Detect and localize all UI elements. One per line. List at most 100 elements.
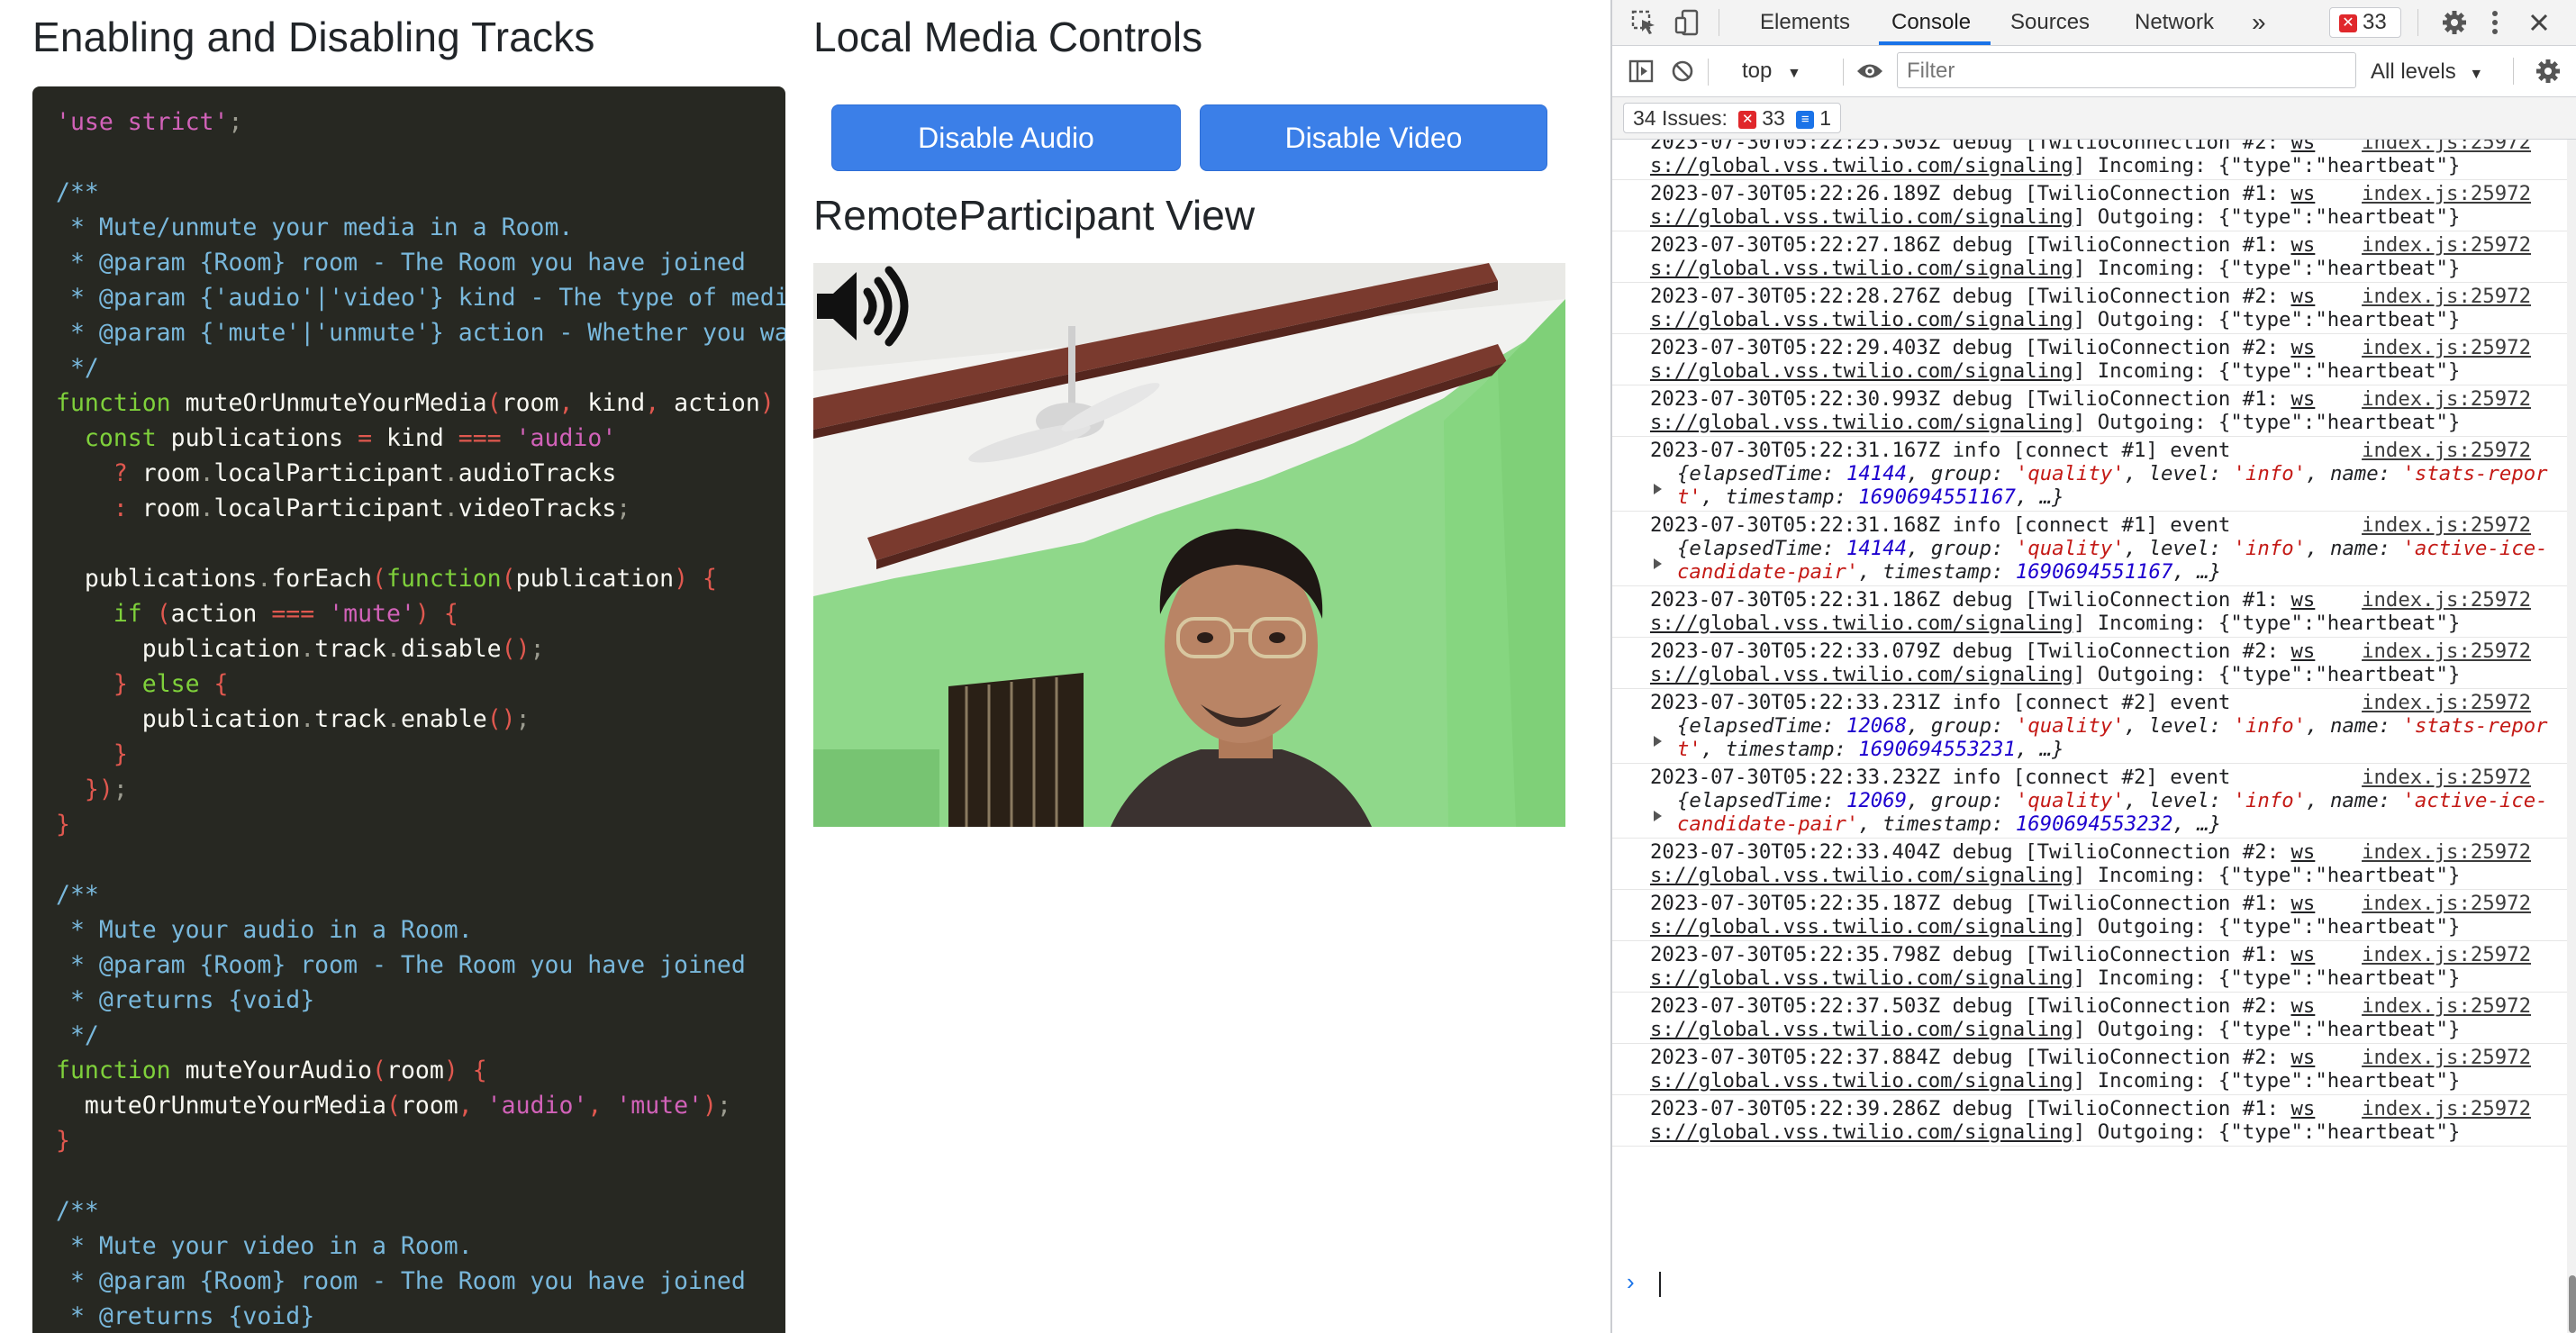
websocket-link[interactable]: ws bbox=[2290, 588, 2315, 612]
source-link[interactable]: index.js:25972 bbox=[2362, 943, 2531, 966]
websocket-link[interactable]: ws bbox=[2290, 336, 2315, 359]
object-preview[interactable]: {elapsedTime: 12068, group: 'quality', l… bbox=[1650, 714, 2567, 738]
websocket-link[interactable]: s://global.vss.twilio.com/signaling bbox=[1650, 1018, 2073, 1041]
disable-video-button[interactable]: Disable Video bbox=[1200, 104, 1547, 171]
live-expression-eye-icon[interactable] bbox=[1852, 57, 1888, 86]
source-link[interactable]: index.js:25972 bbox=[2362, 892, 2531, 915]
devtools-panel: Elements Console Sources Network » ✕ 33 t… bbox=[1610, 0, 2576, 1333]
object-preview[interactable]: t', timestamp: 1690694551167, …} bbox=[1650, 485, 2567, 509]
tab-sources[interactable]: Sources bbox=[2010, 0, 2090, 45]
expand-arrow-icon[interactable] bbox=[1654, 736, 1662, 747]
close-icon[interactable] bbox=[2524, 7, 2554, 38]
tab-elements[interactable]: Elements bbox=[1760, 0, 1850, 45]
source-link[interactable]: index.js:25972 bbox=[2362, 182, 2531, 205]
object-preview[interactable]: {elapsedTime: 12069, group: 'quality', l… bbox=[1650, 789, 2567, 812]
websocket-link[interactable]: ws bbox=[2290, 387, 2315, 411]
context-selector[interactable]: top ▼ bbox=[1742, 57, 1801, 88]
websocket-link[interactable]: ws bbox=[2290, 639, 2315, 663]
websocket-link[interactable]: ws bbox=[2290, 1097, 2315, 1120]
issues-count-button[interactable]: 34 Issues: ✕ 33 ≡ 1 bbox=[1623, 103, 1842, 133]
source-link[interactable]: index.js:25972 bbox=[2362, 588, 2531, 612]
object-preview[interactable]: {elapsedTime: 14144, group: 'quality', l… bbox=[1650, 537, 2567, 560]
websocket-link[interactable]: ws bbox=[2290, 182, 2315, 205]
source-link[interactable]: index.js:25972 bbox=[2362, 1046, 2531, 1069]
websocket-link[interactable]: s://global.vss.twilio.com/signaling bbox=[1650, 154, 2073, 177]
disable-audio-button[interactable]: Disable Audio bbox=[831, 104, 1181, 171]
source-link[interactable]: index.js:25972 bbox=[2362, 439, 2531, 462]
websocket-link[interactable]: s://global.vss.twilio.com/signaling bbox=[1650, 915, 2073, 939]
source-link[interactable]: index.js:25972 bbox=[2362, 1097, 2531, 1120]
source-link[interactable]: index.js:25972 bbox=[2362, 840, 2531, 864]
websocket-link[interactable]: ws bbox=[2290, 1046, 2315, 1069]
websocket-link[interactable]: s://global.vss.twilio.com/signaling bbox=[1650, 612, 2073, 635]
websocket-link[interactable]: ws bbox=[2290, 140, 2315, 154]
websocket-link[interactable]: s://global.vss.twilio.com/signaling bbox=[1650, 308, 2073, 331]
console-scrollbar[interactable] bbox=[2567, 140, 2576, 1333]
websocket-link[interactable]: s://global.vss.twilio.com/signaling bbox=[1650, 411, 2073, 434]
devtools-tab-bar: Elements Console Sources Network » ✕ 33 bbox=[1612, 0, 2576, 46]
websocket-link[interactable]: s://global.vss.twilio.com/signaling bbox=[1650, 1069, 2073, 1093]
websocket-link[interactable]: ws bbox=[2290, 892, 2315, 915]
error-count-badge[interactable]: ✕ 33 bbox=[2329, 7, 2401, 38]
more-options-icon[interactable] bbox=[2484, 7, 2506, 38]
object-preview[interactable]: candidate-pair', timestamp: 169069455323… bbox=[1650, 812, 2567, 836]
source-link[interactable]: index.js:25972 bbox=[2362, 994, 2531, 1018]
websocket-link[interactable]: s://global.vss.twilio.com/signaling bbox=[1650, 205, 2073, 229]
object-preview[interactable]: {elapsedTime: 14144, group: 'quality', l… bbox=[1650, 462, 2567, 485]
websocket-link[interactable]: ws bbox=[2290, 285, 2315, 308]
websocket-link[interactable]: ws bbox=[2290, 840, 2315, 864]
source-link[interactable]: index.js:25972 bbox=[2362, 513, 2531, 537]
object-preview[interactable]: t', timestamp: 1690694553231, …} bbox=[1650, 738, 2567, 761]
websocket-link[interactable]: s://global.vss.twilio.com/signaling bbox=[1650, 966, 2073, 990]
log-levels-dropdown[interactable]: All levels ▼ bbox=[2371, 58, 2483, 89]
code-token: ) { bbox=[443, 1056, 487, 1084]
source-link[interactable]: index.js:25972 bbox=[2362, 639, 2531, 663]
console-message: index.js:25972 2023-07-30T05:22:30.993Z d… bbox=[1612, 385, 2567, 437]
console-prompt[interactable]: › bbox=[1612, 1266, 2567, 1301]
speaker-icon[interactable] bbox=[813, 263, 912, 349]
inspect-element-icon[interactable] bbox=[1628, 7, 1659, 38]
expand-arrow-icon[interactable] bbox=[1654, 811, 1662, 821]
source-link[interactable]: index.js:25972 bbox=[2362, 285, 2531, 308]
message-line: s://global.vss.twilio.com/signaling] Out… bbox=[1650, 915, 2567, 939]
message-line: s://global.vss.twilio.com/signaling] Inc… bbox=[1650, 359, 2567, 383]
object-preview[interactable]: candidate-pair', timestamp: 169069455116… bbox=[1650, 560, 2567, 584]
code-token: ; bbox=[515, 705, 531, 733]
websocket-link[interactable]: s://global.vss.twilio.com/signaling bbox=[1650, 359, 2073, 383]
expand-arrow-icon[interactable] bbox=[1654, 484, 1662, 494]
source-link[interactable]: index.js:25972 bbox=[2362, 336, 2531, 359]
message-line: s://global.vss.twilio.com/signaling] Inc… bbox=[1650, 257, 2567, 280]
websocket-link[interactable]: s://global.vss.twilio.com/signaling bbox=[1650, 257, 2073, 280]
code-token: room bbox=[385, 1056, 444, 1084]
websocket-link[interactable]: ws bbox=[2290, 994, 2315, 1018]
code-line: * Mute/unmute your media in a Room. bbox=[56, 210, 762, 245]
console-settings-gear-icon[interactable] bbox=[2533, 56, 2563, 86]
websocket-link[interactable]: s://global.vss.twilio.com/signaling bbox=[1650, 864, 2073, 887]
websocket-link[interactable]: s://global.vss.twilio.com/signaling bbox=[1650, 663, 2073, 686]
more-tabs-icon[interactable]: » bbox=[2252, 0, 2266, 45]
code-token: /** bbox=[56, 881, 99, 909]
tab-network[interactable]: Network bbox=[2135, 0, 2214, 45]
settings-gear-icon[interactable] bbox=[2439, 7, 2470, 38]
console-message: index.js:25972 2023-07-30T05:22:35.187Z d… bbox=[1612, 890, 2567, 941]
code-token: /** bbox=[56, 1197, 99, 1225]
clear-console-icon[interactable] bbox=[1668, 57, 1697, 86]
device-toolbar-icon[interactable] bbox=[1672, 7, 1702, 38]
console-filter-input[interactable]: Filter bbox=[1897, 52, 2356, 88]
source-link[interactable]: index.js:25972 bbox=[2362, 233, 2531, 257]
source-link[interactable]: index.js:25972 bbox=[2362, 140, 2531, 154]
websocket-link[interactable]: ws bbox=[2290, 233, 2315, 257]
message-text: 2023-07-30T05:22:27.186Z debug [TwilioCo… bbox=[1650, 233, 2291, 257]
tab-console[interactable]: Console bbox=[1891, 0, 1971, 45]
sidebar-toggle-icon[interactable] bbox=[1627, 57, 1655, 86]
websocket-link[interactable]: ws bbox=[2290, 943, 2315, 966]
console-scrollbar-thumb[interactable] bbox=[2569, 1275, 2576, 1333]
source-link[interactable]: index.js:25972 bbox=[2362, 387, 2531, 411]
code-token: : bbox=[56, 494, 128, 522]
source-link[interactable]: index.js:25972 bbox=[2362, 766, 2531, 789]
source-link[interactable]: index.js:25972 bbox=[2362, 691, 2531, 714]
websocket-link[interactable]: s://global.vss.twilio.com/signaling bbox=[1650, 1120, 2073, 1144]
expand-arrow-icon[interactable] bbox=[1654, 558, 1662, 569]
code-token: ( bbox=[372, 565, 386, 593]
code-token: . bbox=[199, 459, 214, 487]
